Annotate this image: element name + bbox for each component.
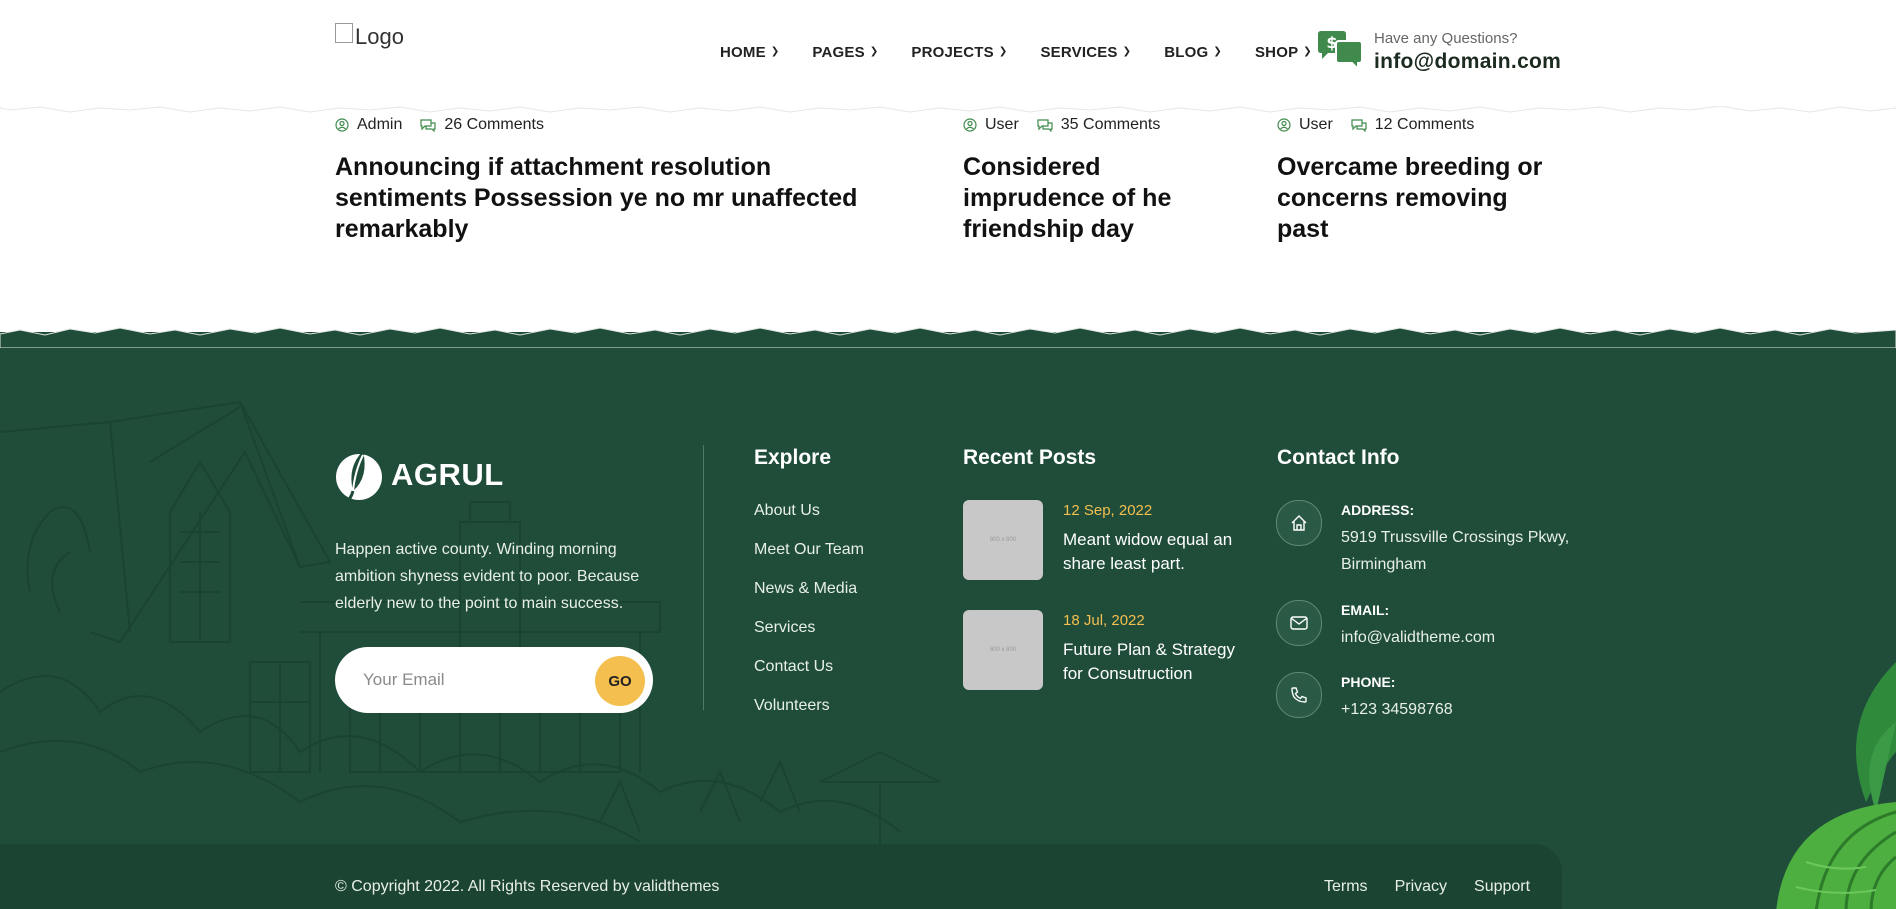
nav-label: PROJECTS xyxy=(911,44,994,61)
post-meta: User 12 Comments xyxy=(1277,116,1557,134)
explore-link-services[interactable]: Services xyxy=(754,619,864,658)
post-title-link[interactable]: Meant widow equal an share least part. xyxy=(1063,528,1253,576)
recent-posts-heading: Recent Posts xyxy=(963,446,1097,469)
column-divider xyxy=(703,445,704,710)
contact-label: ADDRESS: xyxy=(1341,502,1415,518)
footer-about-text: Happen active county. Winding morning am… xyxy=(335,541,640,612)
nav-label: HOME xyxy=(720,44,766,61)
footer-brand[interactable]: AGRUL xyxy=(335,447,504,503)
site-footer: AGRUL Happen active county. Winding morn… xyxy=(0,332,1896,909)
contact-info-heading: Contact Info xyxy=(1277,446,1400,469)
site-logo[interactable]: Logo xyxy=(335,23,404,50)
chevron-down-icon: ❯ xyxy=(770,46,780,57)
explore-link-contact[interactable]: Contact Us xyxy=(754,658,864,697)
logo-alt-text: Logo xyxy=(355,24,404,49)
post-title[interactable]: Overcame breeding or concerns removing p… xyxy=(1277,152,1557,245)
contact-phone-link[interactable]: +123 34598768 xyxy=(1341,696,1571,723)
help-question: Have any Questions? xyxy=(1374,30,1518,47)
comments-icon xyxy=(1351,118,1367,132)
newsletter-email-input[interactable]: Your Email xyxy=(363,647,445,713)
broken-image-icon xyxy=(335,23,353,43)
chevron-down-icon: ❯ xyxy=(1122,46,1132,57)
leaf-logo-icon xyxy=(336,451,382,503)
explore-heading: Explore xyxy=(754,446,832,469)
torn-edge-divider xyxy=(0,327,1896,348)
explore-link-team[interactable]: Meet Our Team xyxy=(754,541,864,580)
terms-link[interactable]: Terms xyxy=(1324,878,1368,896)
post-author[interactable]: User xyxy=(985,116,1019,134)
nav-shop[interactable]: SHOP ❯ xyxy=(1255,44,1312,61)
post-title-link[interactable]: Future Plan & Strategy for Consutruction xyxy=(1063,638,1253,686)
chevron-down-icon: ❯ xyxy=(869,46,879,57)
chevron-down-icon: ❯ xyxy=(1303,46,1312,57)
contact-label: EMAIL: xyxy=(1341,602,1390,618)
newsletter-submit-button[interactable]: GO xyxy=(595,656,645,706)
post-date: 12 Sep, 2022 xyxy=(1063,502,1153,519)
newsletter-form: Your Email GO xyxy=(335,647,653,713)
home-icon xyxy=(1276,500,1322,546)
leaf-decoration xyxy=(1776,662,1896,909)
nav-label: SERVICES xyxy=(1040,44,1118,61)
contact-value: 5919 Trussville Crossings Pkwy, Birmingh… xyxy=(1341,529,1570,573)
contact-email-link[interactable]: info@validtheme.com xyxy=(1341,624,1571,651)
nav-services[interactable]: SERVICES ❯ xyxy=(1040,44,1131,61)
post-comments[interactable]: 35 Comments xyxy=(1061,116,1161,134)
user-icon xyxy=(963,118,977,132)
brand-name: AGRUL xyxy=(391,457,504,492)
comments-icon xyxy=(420,118,436,132)
footer-bottom-bar: © Copyright 2022. All Rights Reserved by… xyxy=(0,844,1562,909)
chevron-down-icon: ❯ xyxy=(1213,46,1222,57)
explore-link-news[interactable]: News & Media xyxy=(754,580,864,619)
user-icon xyxy=(335,118,349,132)
phone-icon xyxy=(1276,672,1322,718)
blog-post-card: User 35 Comments Considered imprudence o… xyxy=(963,116,1233,245)
explore-links: About Us Meet Our Team News & Media Serv… xyxy=(754,502,864,736)
nav-label: SHOP xyxy=(1254,44,1299,61)
main-nav: HOME ❯ PAGES ❯ PROJECTS ❯ SERVICES ❯ BLOG ❯ S… xyxy=(720,44,1345,61)
copyright-text: © Copyright 2022. All Rights Reserved by… xyxy=(335,878,720,895)
nav-home[interactable]: HOME ❯ xyxy=(720,44,779,61)
support-link[interactable]: Support xyxy=(1474,878,1530,896)
post-comments[interactable]: 26 Comments xyxy=(444,116,544,134)
comments-icon xyxy=(1037,118,1053,132)
svg-text:$: $ xyxy=(1326,33,1337,52)
privacy-link[interactable]: Privacy xyxy=(1395,878,1447,896)
post-title[interactable]: Considered imprudence of he friendship d… xyxy=(963,152,1233,245)
explore-link-volunteers[interactable]: Volunteers xyxy=(754,697,864,736)
nav-label: BLOG xyxy=(1164,44,1209,61)
post-title[interactable]: Announcing if attachment resolution sent… xyxy=(335,152,895,245)
post-thumbnail[interactable]: 800 x 800 xyxy=(963,500,1043,580)
nav-pages[interactable]: PAGES ❯ xyxy=(812,44,878,61)
envelope-icon xyxy=(1276,600,1322,646)
blog-post-card: Admin 26 Comments Announcing if attachme… xyxy=(335,116,895,245)
contact-label: PHONE: xyxy=(1341,674,1396,690)
help-email-link[interactable]: info@domain.com xyxy=(1374,50,1561,74)
nav-projects[interactable]: PROJECTS ❯ xyxy=(911,44,1007,61)
post-date: 18 Jul, 2022 xyxy=(1063,612,1145,629)
blog-post-card: User 12 Comments Overcame breeding or co… xyxy=(1277,116,1557,245)
legal-links: Terms Privacy Support xyxy=(1324,878,1557,896)
post-author[interactable]: Admin xyxy=(357,116,402,134)
chevron-down-icon: ❯ xyxy=(998,46,1008,57)
post-thumbnail[interactable]: 800 x 800 xyxy=(963,610,1043,690)
post-meta: User 35 Comments xyxy=(963,116,1233,134)
post-author[interactable]: User xyxy=(1299,116,1333,134)
site-header: Logo HOME ❯ PAGES ❯ PROJECTS ❯ SERVICES ❯ BL… xyxy=(0,0,1896,106)
user-icon xyxy=(1277,118,1291,132)
explore-link-about[interactable]: About Us xyxy=(754,502,864,541)
nav-blog[interactable]: BLOG ❯ xyxy=(1164,44,1222,61)
post-meta: Admin 26 Comments xyxy=(335,116,895,134)
post-comments[interactable]: 12 Comments xyxy=(1375,116,1475,134)
chat-dollar-icon: $ xyxy=(1318,31,1363,72)
nav-label: PAGES xyxy=(812,44,865,61)
header-contact: $ Have any Questions? info@domain.com xyxy=(1316,30,1561,74)
